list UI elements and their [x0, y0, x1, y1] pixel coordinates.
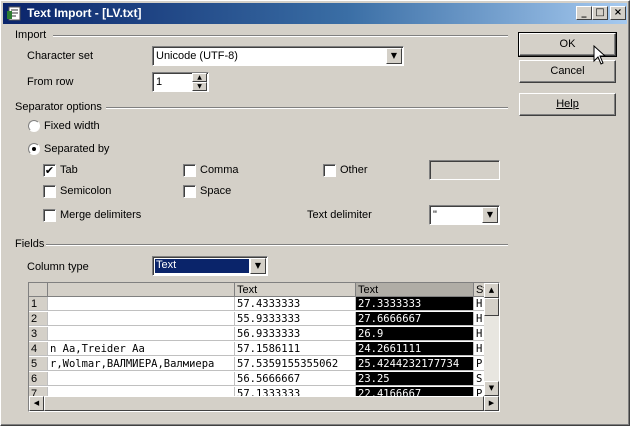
row-number[interactable]: 5 — [29, 357, 48, 371]
row-number[interactable]: 6 — [29, 372, 48, 386]
table-cell[interactable]: 25.4244232177734 — [356, 357, 474, 371]
column-type-label: Column type — [27, 261, 89, 273]
table-cell[interactable]: 23.25 — [356, 372, 474, 386]
mouse-cursor-icon — [593, 45, 607, 65]
table-cell[interactable]: 24.2661111 — [356, 342, 474, 356]
chevron-down-icon[interactable]: ▼ — [250, 258, 266, 274]
vertical-scroll-thumb[interactable] — [484, 298, 499, 316]
spin-down-icon[interactable]: ▼ — [192, 82, 207, 91]
scroll-down-icon[interactable]: ▼ — [484, 381, 499, 396]
scroll-right-icon[interactable]: ▶ — [484, 396, 499, 411]
fixed-width-label: Fixed width — [44, 120, 100, 132]
space-label: Space — [200, 185, 232, 197]
chevron-down-icon[interactable]: ▼ — [386, 48, 402, 64]
import-section-title: Import — [15, 29, 47, 41]
vertical-scrollbar[interactable]: ▲ ▼ — [484, 283, 499, 396]
comma-label: Comma — [200, 164, 239, 176]
help-button[interactable]: Help — [519, 93, 616, 116]
merge-delimiters-checkbox[interactable] — [43, 209, 56, 222]
separated-by-label: Separated by — [44, 143, 110, 155]
other-input[interactable] — [429, 160, 500, 180]
from-row-spinner[interactable]: 1 ▲ ▼ — [152, 72, 209, 92]
title-bar[interactable]: Text Import - [LV.txt] _ □ × — [3, 3, 627, 24]
table-cell[interactable]: 56.9333333 — [235, 327, 356, 341]
column-type-value: Text — [154, 258, 250, 274]
from-row-value: 1 — [156, 76, 163, 88]
table-cell[interactable]: 56.5666667 — [235, 372, 356, 386]
document-icon — [7, 6, 21, 21]
fields-divider — [46, 244, 508, 246]
table-cell[interactable]: n Aa,Treider Aa — [48, 342, 235, 356]
merge-delimiters-label: Merge delimiters — [60, 209, 142, 221]
tab-label: Tab — [60, 164, 78, 176]
import-divider — [53, 35, 508, 37]
window-title: Text Import - [LV.txt] — [27, 6, 142, 20]
comma-checkbox[interactable] — [183, 164, 196, 177]
column-header-selected[interactable]: Text — [356, 283, 474, 297]
table-cell[interactable]: 57.1586111 — [235, 342, 356, 356]
column-header[interactable] — [48, 283, 235, 297]
scroll-up-icon[interactable]: ▲ — [484, 283, 499, 298]
text-delimiter-label: Text delimiter — [307, 209, 372, 221]
column-header[interactable]: Text — [235, 283, 356, 297]
minimize-button[interactable]: _ — [576, 6, 592, 20]
row-number[interactable]: 3 — [29, 327, 48, 341]
table-cell[interactable]: 26.9 — [356, 327, 474, 341]
column-type-select[interactable]: Text ▼ — [152, 256, 268, 276]
space-checkbox[interactable] — [183, 185, 196, 198]
from-row-label: From row — [27, 76, 74, 88]
grid-corner — [29, 283, 48, 297]
separator-divider — [106, 107, 508, 109]
table-cell[interactable] — [48, 372, 235, 386]
semicolon-checkbox[interactable] — [43, 185, 56, 198]
radio-selected-dot — [32, 147, 36, 151]
table-cell[interactable] — [48, 327, 235, 341]
table-cell[interactable]: r,Wolmar,ВАЛМИЕРА,Валмиера — [48, 357, 235, 371]
fixed-width-radio[interactable] — [28, 120, 40, 132]
table-cell[interactable]: 57.4333333 — [235, 297, 356, 311]
scroll-left-icon[interactable]: ◀ — [29, 396, 44, 411]
row-number[interactable]: 4 — [29, 342, 48, 356]
semicolon-label: Semicolon — [60, 185, 112, 197]
table-cell[interactable] — [48, 297, 235, 311]
character-set-value: Unicode (UTF-8) — [156, 50, 238, 62]
fields-section-title: Fields — [15, 238, 45, 250]
table-cell[interactable]: 27.3333333 — [356, 297, 474, 311]
horizontal-scroll-thumb[interactable] — [44, 396, 484, 411]
spin-up-icon[interactable]: ▲ — [192, 73, 207, 82]
preview-grid[interactable]: Text Text St 1 57.4333333 27.3333333 H 2 55.9… — [28, 282, 500, 412]
table-cell[interactable]: 55.9333333 — [235, 312, 356, 326]
close-button[interactable]: × — [610, 6, 626, 20]
text-delimiter-value: " — [433, 209, 437, 221]
character-set-select[interactable]: Unicode (UTF-8) ▼ — [152, 46, 404, 66]
separator-section-title: Separator options — [15, 101, 102, 113]
character-set-label: Character set — [27, 50, 94, 62]
tab-checkbox[interactable]: ✔ — [43, 164, 56, 177]
other-checkbox[interactable] — [323, 164, 336, 177]
row-number[interactable]: 1 — [29, 297, 48, 311]
table-cell[interactable]: 27.6666667 — [356, 312, 474, 326]
help-label: Help — [556, 98, 579, 110]
table-cell[interactable] — [48, 312, 235, 326]
table-cell[interactable]: 57.5359155355062 — [235, 357, 356, 371]
other-label: Other — [340, 164, 368, 176]
text-import-dialog: Text Import - [LV.txt] _ □ × OK Cancel H… — [0, 0, 630, 426]
horizontal-scrollbar[interactable]: ◀ ▶ — [29, 396, 499, 411]
separated-by-radio[interactable] — [28, 143, 40, 155]
chevron-down-icon[interactable]: ▼ — [482, 207, 498, 223]
maximize-button[interactable]: □ — [592, 6, 608, 20]
row-number[interactable]: 2 — [29, 312, 48, 326]
text-delimiter-select[interactable]: " ▼ — [429, 205, 500, 225]
